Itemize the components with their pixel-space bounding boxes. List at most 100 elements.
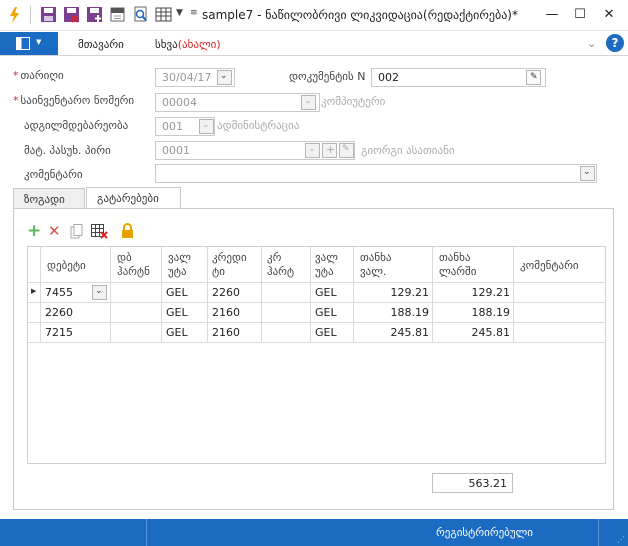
header-debit[interactable]: დებეტი [47,259,86,273]
header-credit-partner[interactable]: კრ ჰარტ [267,251,297,279]
location-hint: ადმინისტრაცია [217,119,300,132]
row-indicator-column [28,247,41,343]
tab-postings[interactable]: გატარებები [86,187,181,210]
menu-other-label: სხვა [155,38,178,51]
pencil-icon: ✎ [342,144,350,154]
status-separator [146,519,147,546]
row-divider [28,302,606,303]
location-label: ადგილმდებარეობა [24,119,129,132]
inventory-dropdown-button[interactable]: ⌄ [301,95,316,110]
cell-debit[interactable]: 7215 [45,326,73,339]
resize-grip-icon[interactable]: ⋰ [617,535,625,544]
current-row-indicator-icon: ▶ [31,287,37,295]
cell-credit[interactable]: 2260 [212,286,240,299]
inventory-field[interactable]: 00004 [155,93,320,112]
save-icon[interactable] [40,6,57,23]
cell-currency1[interactable]: GEL [166,326,188,339]
chevron-down-icon: ⌄ [304,96,312,106]
header-comment[interactable]: კომენტარი [520,259,579,273]
header-debit-partner[interactable]: დბ ჰარტნ [117,251,151,279]
chevron-down-icon: ⌄ [202,120,210,130]
save-close-icon[interactable] [63,6,80,23]
table-icon[interactable] [155,6,172,23]
status-text: რეგისტრირებული [436,526,534,539]
cell-currency2[interactable]: GEL [315,306,337,319]
header-divider [28,282,606,283]
chevron-down-icon: ▼ [36,38,42,46]
inventory-hint: კომპიუტერი [321,95,386,108]
tab-general[interactable]: ზოგადი [13,188,85,210]
header-amount-currency[interactable]: თანხა ვალ. [360,251,415,279]
row-divider [28,322,606,323]
docnum-label: დოკუმენტის N [289,70,366,83]
total-amount-gel: 563.21 [432,473,513,493]
comment-field[interactable] [155,164,597,183]
menu-main[interactable]: მთავარი [78,38,124,51]
cell-amount-gel[interactable]: 188.19 [433,306,511,319]
preview-icon[interactable] [132,6,149,23]
date-label-text: თარიღი [20,69,64,82]
cell-amount-currency[interactable]: 245.81 [354,326,430,339]
chevron-down-icon: ⌄ [308,144,316,154]
date-label: * თარიღი [13,69,64,82]
person-label: მატ. პასუხ. პირი [24,144,111,157]
copy-row-icon[interactable] [70,224,83,239]
plus-icon: + [326,143,336,156]
cell-credit[interactable]: 2160 [212,326,240,339]
docnum-field[interactable]: 002 [371,68,546,87]
panel-icon [16,37,30,50]
docnum-generate-button[interactable]: ✎ [526,70,541,85]
menu-other[interactable]: სხვა(ახალი) [155,38,221,51]
status-separator [598,519,599,546]
toolbar-separator [30,6,31,24]
cell-debit[interactable]: 7455 [45,286,73,299]
cell-amount-currency[interactable]: 129.21 [354,286,430,299]
file-menu-button[interactable]: ▼ [0,32,58,55]
maximize-button[interactable]: ☐ [569,4,591,26]
cell-debit[interactable]: 2260 [45,306,73,319]
cell-currency1[interactable]: GEL [166,286,188,299]
minimize-button[interactable]: — [541,4,563,26]
header-credit[interactable]: კრედი ტი [212,251,252,279]
ribbon-bar: ▼ მთავარი სხვა(ახალი) ⌄ ? [0,32,628,56]
delete-row-icon[interactable]: ✕ [48,223,61,240]
inventory-label-text: საინვენტარო ნომერი [20,94,135,107]
location-dropdown-button[interactable]: ⌄ [199,119,214,134]
wand-icon: ✎ [530,72,538,82]
inventory-label: * საინვენტარო ნომერი [13,94,135,107]
add-row-icon[interactable]: + [27,223,41,240]
close-button[interactable]: ✕ [598,4,620,26]
comment-dropdown-button[interactable]: ⌄ [580,166,595,181]
menu-other-new-label: (ახალი) [177,38,221,51]
person-add-button[interactable]: + [322,143,337,158]
cell-credit[interactable]: 2160 [212,306,240,319]
cell-currency1[interactable]: GEL [166,306,188,319]
lock-icon[interactable] [121,223,134,239]
chevron-down-icon: ⌄ [220,71,228,81]
person-hint: გიორგი ასათიანი [361,144,455,157]
date-dropdown-button[interactable]: ⌄ [217,70,232,85]
header-amount-gel[interactable]: თანხა ლარში [439,251,494,279]
export-document-icon[interactable] [109,6,126,23]
person-dropdown-button[interactable]: ⌄ [305,143,320,158]
header-currency1[interactable]: ვალ უტა [168,251,200,279]
collapse-ribbon-icon[interactable]: ⌄ [587,37,596,50]
title-bar: ▼ ≡ sample7 - ნაწილობრივი ლიკვიდაცია(რედ… [0,0,628,31]
postings-grid: დებეტი დბ ჰარტნ ვალ უტა კრედი ტი კრ ჰარტ… [27,246,606,464]
cell-currency2[interactable]: GEL [315,326,337,339]
cell-amount-gel[interactable]: 129.21 [433,286,511,299]
header-currency2[interactable]: ვალ უტა [315,251,347,279]
cell-amount-gel[interactable]: 245.81 [433,326,511,339]
person-edit-button[interactable]: ✎ [339,143,354,158]
window-title: sample7 - ნაწილობრივი ლიკვიდაცია(რედაქტი… [202,8,518,22]
app-logo-icon [10,7,19,23]
chevron-down-icon: ⌄ [95,286,103,296]
quick-access-more-icon[interactable]: ≡ [190,8,198,18]
debit-dropdown-button[interactable]: ⌄ [92,285,107,300]
cell-amount-currency[interactable]: 188.19 [354,306,430,319]
clear-table-icon[interactable] [91,224,108,239]
cell-currency2[interactable]: GEL [315,286,337,299]
save-new-icon[interactable] [86,6,103,23]
quick-access-dropdown-icon[interactable]: ▼ [176,8,183,18]
help-button[interactable]: ? [606,34,624,52]
